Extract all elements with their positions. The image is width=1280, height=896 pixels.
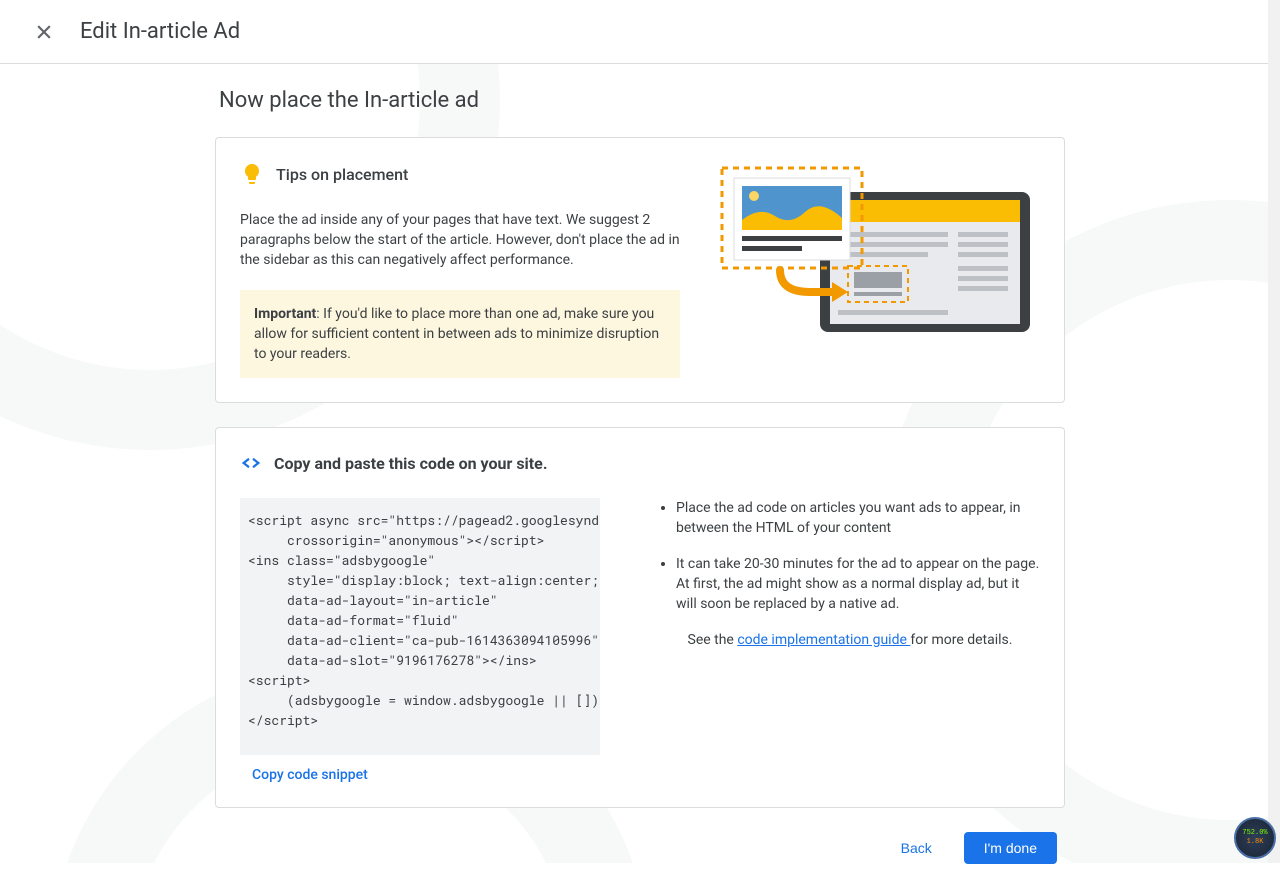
- back-button[interactable]: Back: [885, 832, 948, 864]
- placement-illustration: [720, 162, 1040, 342]
- header-title: Edit In-article Ad: [80, 19, 240, 44]
- guide-text: See the code implementation guide for mo…: [656, 630, 1040, 650]
- code-body: <script async src="https://pagead2.googl…: [240, 498, 1040, 783]
- instruction-item-1: Place the ad code on articles you want a…: [676, 498, 1040, 538]
- tips-illustration-container: [720, 162, 1040, 378]
- close-button[interactable]: [32, 20, 56, 44]
- lightbulb-icon: [240, 162, 264, 186]
- important-box: Important: If you'd like to place more t…: [240, 290, 680, 378]
- code-instructions: Place the ad code on articles you want a…: [656, 498, 1040, 783]
- tips-left: Tips on placement Place the ad inside an…: [240, 162, 680, 378]
- code-card: Copy and paste this code on your site. <…: [215, 427, 1065, 808]
- scrollbar[interactable]: [1268, 0, 1280, 863]
- widget-line-1: 752.0%: [1242, 829, 1267, 838]
- code-snippet[interactable]: <script async src="https://pagead2.googl…: [240, 498, 600, 755]
- page-title: Now place the In-article ad: [215, 88, 1065, 113]
- footer-buttons: Back I'm done: [215, 832, 1065, 864]
- instruction-item-2: It can take 20-30 minutes for the ad to …: [676, 554, 1040, 614]
- tips-text: Place the ad inside any of your pages th…: [240, 210, 680, 270]
- code-left: <script async src="https://pagead2.googl…: [240, 498, 624, 783]
- code-header: Copy and paste this code on your site.: [240, 452, 1040, 474]
- done-button[interactable]: I'm done: [964, 832, 1057, 864]
- copy-code-button[interactable]: Copy code snippet: [240, 767, 368, 783]
- code-title: Copy and paste this code on your site.: [274, 454, 547, 473]
- tips-header: Tips on placement: [240, 162, 680, 186]
- important-label: Important: [254, 306, 316, 322]
- tips-card: Tips on placement Place the ad inside an…: [215, 137, 1065, 403]
- close-icon: [34, 22, 54, 42]
- guide-prefix: See the: [688, 632, 738, 648]
- widget-line-2: 1.8K: [1247, 838, 1264, 847]
- content: Now place the In-article ad Tips on plac…: [215, 64, 1065, 896]
- code-guide-link[interactable]: code implementation guide: [737, 632, 910, 648]
- system-widget[interactable]: 752.0% 1.8K: [1234, 817, 1276, 859]
- tips-title: Tips on placement: [276, 165, 408, 184]
- header: Edit In-article Ad: [0, 0, 1280, 64]
- code-icon: [240, 452, 262, 474]
- guide-suffix: for more details.: [910, 632, 1012, 648]
